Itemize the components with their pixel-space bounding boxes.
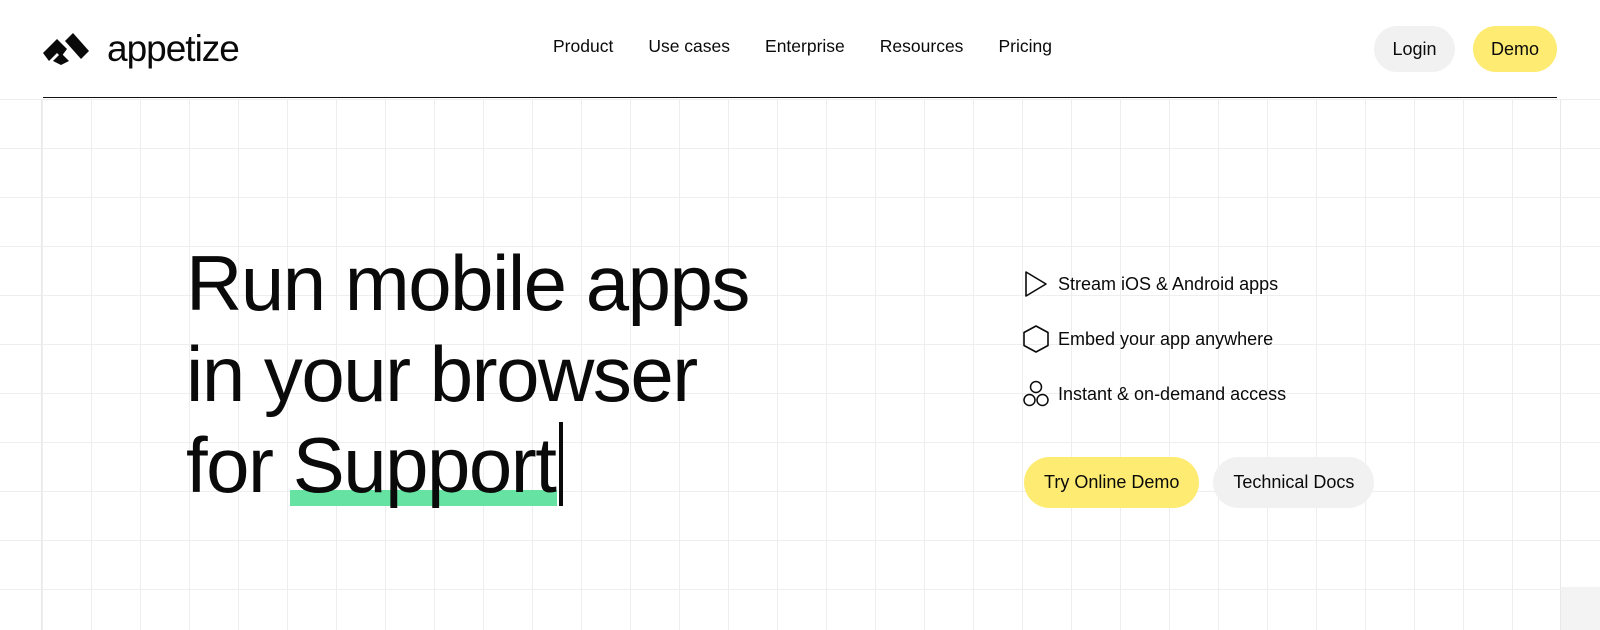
nav-item-resources[interactable]: Resources xyxy=(880,36,964,57)
main-nav: Product Use cases Enterprise Resources P… xyxy=(553,36,1087,57)
try-online-demo-button[interactable]: Try Online Demo xyxy=(1024,457,1200,508)
hero-headline: Run mobile apps in your browser for Supp… xyxy=(186,238,750,511)
appetize-logo-icon xyxy=(43,33,89,65)
brand-wordmark: appetize xyxy=(107,27,240,69)
highlighted-word: Support xyxy=(289,420,558,511)
headline-line-1: Run mobile apps xyxy=(186,239,750,327)
nav-item-product[interactable]: Product xyxy=(553,36,613,57)
feature-item: Instant & on-demand access xyxy=(1022,376,1286,412)
nav-item-pricing[interactable]: Pricing xyxy=(998,36,1052,57)
brand-logo[interactable]: appetize xyxy=(43,26,240,70)
site-header: appetize Product Use cases Enterprise Re… xyxy=(0,0,1600,98)
technical-docs-button[interactable]: Technical Docs xyxy=(1213,457,1375,508)
play-triangle-icon xyxy=(1022,268,1050,300)
highlighted-word-text: Support xyxy=(292,421,557,509)
headline-prefix: for xyxy=(186,421,274,509)
header-divider xyxy=(43,97,1557,98)
hexagon-icon xyxy=(1022,323,1050,355)
feature-item: Embed your app anywhere xyxy=(1022,321,1286,357)
background-grid-left xyxy=(0,99,41,630)
headline-line-3: for Support xyxy=(186,420,749,511)
feature-item: Stream iOS & Android apps xyxy=(1022,266,1286,302)
circles-cluster-icon xyxy=(1022,378,1050,410)
feature-label: Embed your app anywhere xyxy=(1058,328,1274,349)
feature-label: Instant & on-demand access xyxy=(1058,383,1287,404)
login-button[interactable]: Login xyxy=(1374,26,1455,72)
nav-item-enterprise[interactable]: Enterprise xyxy=(765,36,845,57)
corner-widget xyxy=(1561,587,1600,630)
feature-list: Stream iOS & Android apps Embed your app… xyxy=(1022,266,1286,431)
feature-label: Stream iOS & Android apps xyxy=(1058,273,1279,294)
headline-line-2: in your browser xyxy=(186,330,698,418)
background-grid-right xyxy=(1559,99,1600,630)
typing-caret xyxy=(559,422,564,506)
cta-group: Try Online Demo Technical Docs xyxy=(1024,457,1375,508)
demo-button[interactable]: Demo xyxy=(1473,26,1557,72)
nav-item-use-cases[interactable]: Use cases xyxy=(648,36,730,57)
